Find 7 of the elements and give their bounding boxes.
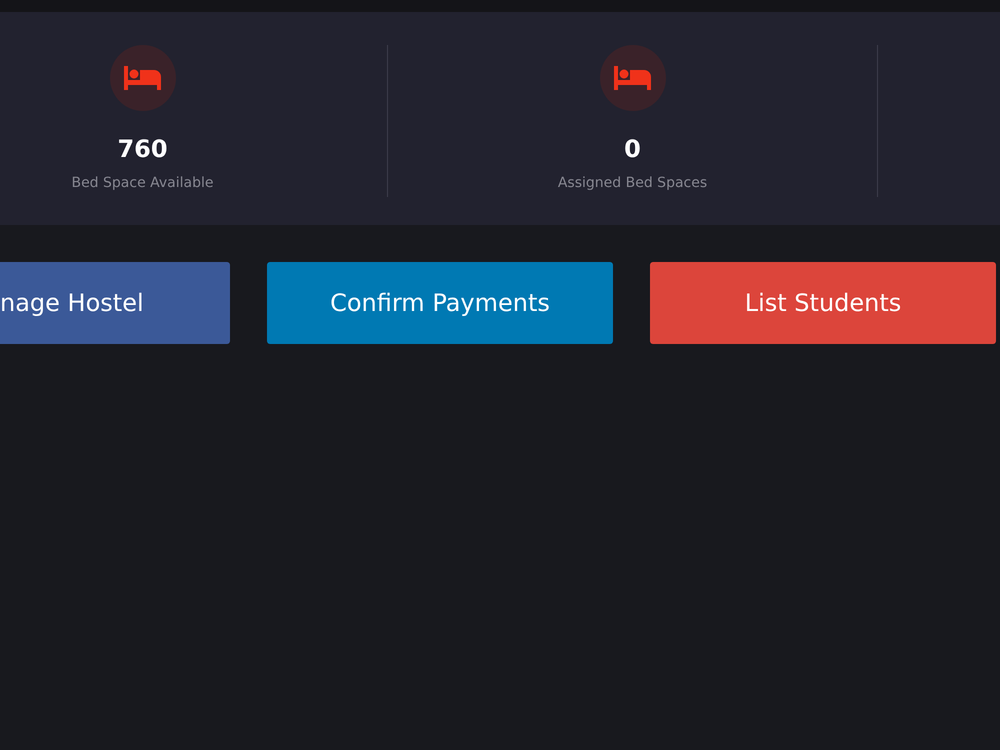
- stat-label: Bed Space Available: [71, 174, 214, 193]
- stat-label: Assigned Bed Spaces: [558, 174, 708, 193]
- stat-value: 0: [624, 137, 641, 161]
- stat-value: 760: [117, 137, 168, 161]
- action-button[interactable]: Confirm Payments: [267, 262, 613, 344]
- action-button[interactable]: List Students: [650, 262, 996, 344]
- action-button[interactable]: nage Hostel: [0, 262, 230, 344]
